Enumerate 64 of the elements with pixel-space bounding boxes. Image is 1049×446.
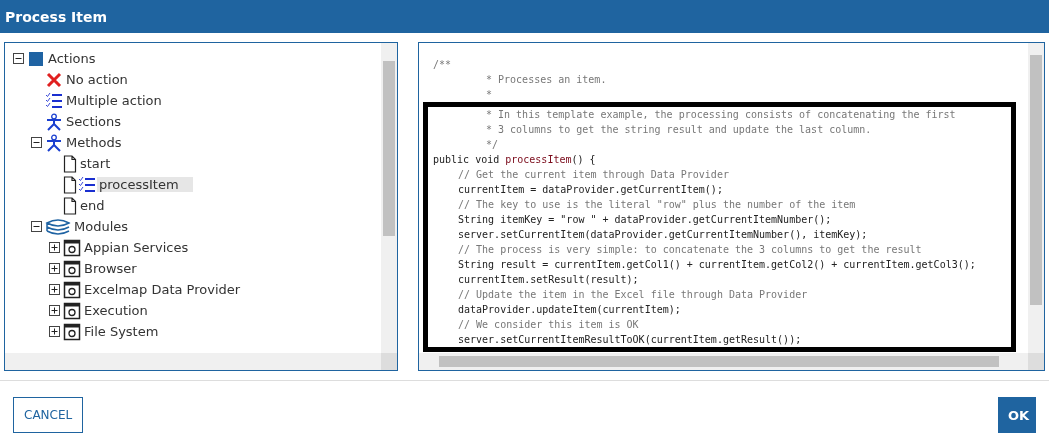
tree-item[interactable]: Modules [72,219,131,234]
stack-icon [45,217,71,236]
collapse-icon[interactable] [31,221,42,232]
tree-item[interactable]: Browser [82,261,139,276]
tree-item[interactable]: Excelmap Data Provider [82,282,243,297]
window-title: Process Item [5,8,108,25]
person-figure-icon [45,112,63,131]
code-line: dataProvider.updateItem(currentItem); [457,303,682,317]
tree-item[interactable]: Multiple action [64,93,164,108]
expand-icon[interactable] [49,263,60,274]
code-line: server.setCurrentItem(dataProvider.getCurrentItemNumber(), itemKey); [457,228,869,242]
tree-item[interactable]: Sections [64,114,124,129]
tree-item[interactable]: File System [82,324,161,339]
code-line: * [485,88,494,102]
code-line: String result = currentItem.getCol1() + currentItem.getCol2() + currentItem.getCol3(); [457,258,977,272]
tree-item[interactable]: processItem [97,177,193,192]
document-icon [63,154,77,173]
square-icon [27,49,45,68]
collapse-icon[interactable] [31,137,42,148]
document-icon [63,196,77,215]
code-line: server.setCurrentItemResultToOK(currentItem.getResult()); [457,333,803,347]
vertical-scrollbar[interactable] [1028,43,1044,353]
horizontal-scrollbar[interactable] [5,353,397,370]
tree-item[interactable]: No action [64,72,130,87]
code-line: */ [485,138,500,152]
code-line: * 3 columns to get the string result and update the last column. [485,123,873,137]
code-line: String itemKey = "row " + dataProvider.getCurrentItemNumber(); [457,213,833,227]
code-line: // Get the current item through Data Provider [457,168,730,182]
code-line: currentItem.setResult(result); [457,273,640,287]
tree-item[interactable]: start [78,156,113,171]
code-line: * In this template example, the processing consists of concatenating the first [485,108,957,122]
horizontal-scrollbar[interactable] [419,353,1044,370]
code-editor[interactable] [418,42,1045,371]
gear-window-icon [63,238,81,257]
code-line: // Update the item in the Excel file through Data Provider [457,288,809,302]
code-line: // The key to use is the literal "row" plus the number of the item [457,198,857,212]
collapse-icon[interactable] [13,53,24,64]
expand-icon[interactable] [49,242,60,253]
checklist-icon [78,175,96,194]
code-line: currentItem = dataProvider.getCurrentItem(); [457,183,724,197]
tree-item[interactable]: Actions [46,51,98,66]
code-line: * Processes an item. [485,73,608,87]
vertical-scrollbar[interactable] [381,43,397,353]
gear-window-icon [63,259,81,278]
tree-item[interactable]: Execution [82,303,150,318]
cancel-button[interactable]: CANCEL [13,397,84,433]
document-icon [63,175,77,194]
tree-item[interactable]: Methods [64,135,124,150]
expand-icon[interactable] [49,284,60,295]
code-line: // We consider this item is OK [457,318,640,332]
gear-window-icon [63,322,81,341]
person-figure-icon [45,133,63,152]
gear-window-icon [63,301,81,320]
tree-item[interactable]: end [78,198,107,213]
code-line: public void processItem() { [432,153,597,167]
code-line: /** [432,58,453,72]
code-line: // The process is very simple: to concatenate the 3 columns to get the result [457,243,923,257]
checklist-icon [45,91,63,110]
cross-icon [45,70,63,89]
ok-button[interactable]: OK [998,397,1036,433]
expand-icon[interactable] [49,305,60,316]
expand-icon[interactable] [49,326,60,337]
gear-window-icon [63,280,81,299]
tree-item[interactable]: Appian Services [82,240,191,255]
